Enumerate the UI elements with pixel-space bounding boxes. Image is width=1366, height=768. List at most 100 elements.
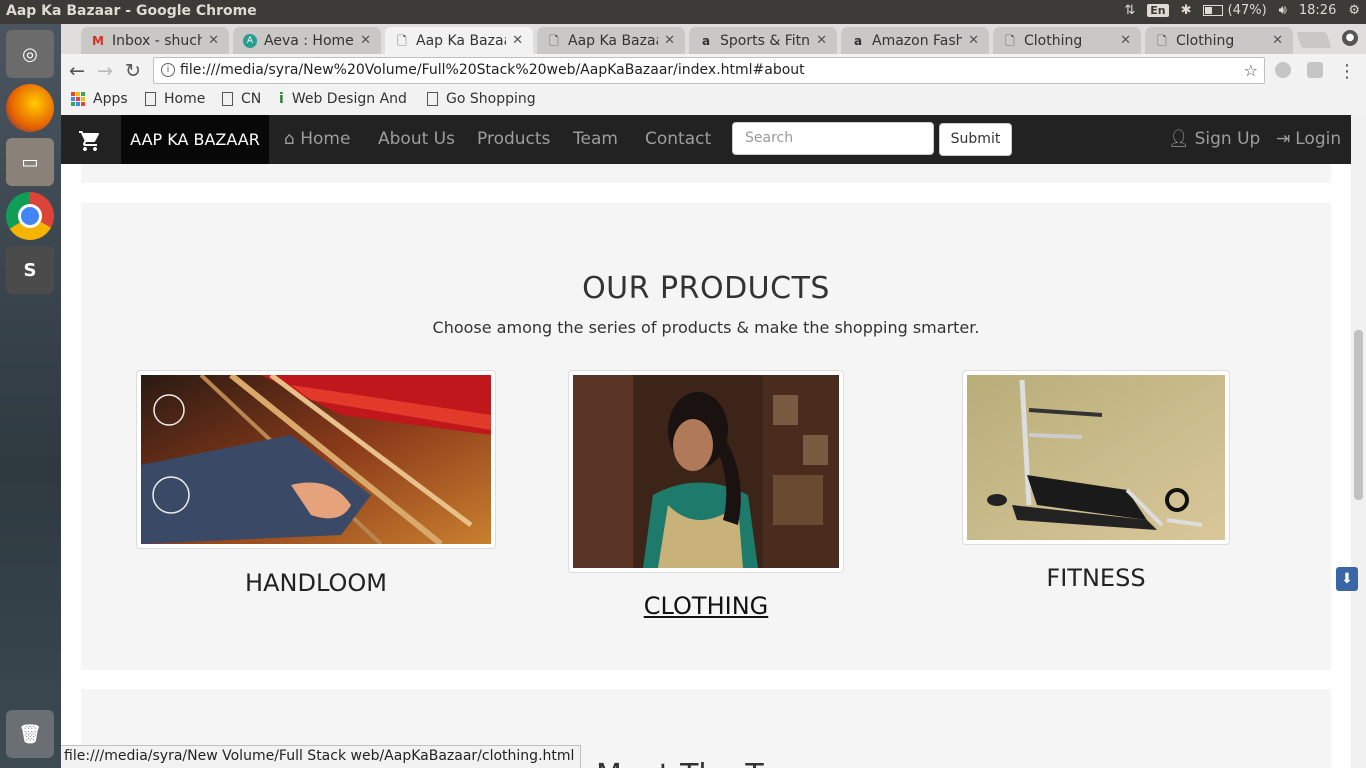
extension-icon-2[interactable] xyxy=(1307,62,1323,78)
tab-close-icon[interactable]: ✕ xyxy=(968,33,979,48)
tab-aap-ka-bazaar[interactable]: 🗋︎ Aap Ka Bazaa ✕ xyxy=(537,27,685,54)
nav-label: Sign Up xyxy=(1194,129,1261,149)
info-icon[interactable]: i xyxy=(161,63,175,77)
ubuntu-dash-icon[interactable]: ◎ xyxy=(6,30,54,78)
apps-grid-icon xyxy=(71,92,85,106)
tab-aeva[interactable]: A Aeva : Home ✕ xyxy=(233,27,381,54)
nav-login[interactable]: ⇥ Login xyxy=(1276,115,1341,164)
system-tray: ⇅ En ✱ (47%) 🔊︎ 18:26 ⚙ xyxy=(1124,3,1360,18)
tab-aap-ka-bazaar-active[interactable]: 🗋︎ Aap Ka Bazaa ✕ xyxy=(385,27,533,54)
chrome-menu-icon[interactable]: ⋮ xyxy=(1338,61,1356,82)
product-label-fitness[interactable]: FITNESS xyxy=(962,564,1230,592)
chrome-icon[interactable] xyxy=(6,192,54,240)
back-arrow-icon[interactable]: ← xyxy=(69,60,85,82)
previous-section xyxy=(81,164,1331,183)
address-bar[interactable]: i file:///media/syra/New%20Volume/Full%2… xyxy=(153,57,1265,84)
volume-icon[interactable]: 🔊︎ xyxy=(1279,3,1287,18)
brand-logo[interactable]: AAP KA BAZAAR xyxy=(121,115,269,164)
tab-amazon-fashion[interactable]: a Amazon Fash ✕ xyxy=(841,27,989,54)
section-subtitle: Choose among the series of products & ma… xyxy=(432,318,980,337)
nav-team[interactable]: Team xyxy=(573,115,618,164)
page-scrollbar[interactable] xyxy=(1351,115,1366,768)
tab-strip: M Inbox - shuch ✕ A Aeva : Home ✕ 🗋︎ Aap… xyxy=(61,24,1366,54)
clock[interactable]: 18:26 xyxy=(1299,3,1336,18)
page-icon: 🗋︎ xyxy=(397,33,407,48)
tab-clothing-2[interactable]: 🗋︎ Clothing ✕ xyxy=(1145,27,1293,54)
nav-label: Home xyxy=(300,129,351,149)
gmail-icon: M xyxy=(92,33,104,48)
tab-title: Aap Ka Bazaa xyxy=(568,32,659,49)
bookmark-label: Apps xyxy=(93,91,128,107)
tab-title: Aap Ka Bazaa xyxy=(416,32,507,49)
page-icon xyxy=(145,92,156,106)
window-title: Aap Ka Bazaar - Google Chrome xyxy=(6,3,257,19)
product-card-clothing[interactable] xyxy=(568,370,844,573)
page-icon: 🗋︎ xyxy=(549,33,559,48)
tab-close-icon[interactable]: ✕ xyxy=(512,33,523,48)
page-icon: 🗋︎ xyxy=(1157,33,1167,48)
page-icon xyxy=(222,92,233,106)
tab-close-icon[interactable]: ✕ xyxy=(1272,33,1283,48)
shopping-cart-icon[interactable] xyxy=(77,129,103,153)
unity-launcher: ◎ ▭ S 🗑︎ xyxy=(0,24,61,768)
forward-arrow-icon[interactable]: → xyxy=(97,60,113,82)
firefox-icon[interactable] xyxy=(6,84,54,132)
tab-close-icon[interactable]: ✕ xyxy=(664,33,675,48)
bookmark-apps[interactable]: Apps xyxy=(71,91,128,107)
handloom-image xyxy=(141,372,491,547)
section-title: OUR PRODUCTS xyxy=(582,271,830,306)
bluetooth-icon[interactable]: ✱ xyxy=(1181,3,1192,18)
product-label-handloom[interactable]: HANDLOOM xyxy=(136,569,496,597)
tab-close-icon[interactable]: ✕ xyxy=(1120,33,1131,48)
tab-title: Clothing xyxy=(1176,32,1235,49)
bookmark-cn[interactable]: CN xyxy=(222,91,261,107)
reload-icon[interactable]: ↻ xyxy=(125,60,141,82)
page-icon: 🗋︎ xyxy=(1005,33,1015,48)
tab-title: Inbox - shuch xyxy=(112,32,203,49)
tab-inbox[interactable]: M Inbox - shuch ✕ xyxy=(81,27,229,54)
keyboard-layout-indicator[interactable]: En xyxy=(1147,4,1169,17)
browser-toolbar: ← → ↻ i file:///media/syra/New%20Volume/… xyxy=(61,54,1366,88)
bookmark-label: Home xyxy=(164,91,206,107)
fitness-image xyxy=(967,375,1225,540)
nav-sign-up[interactable]: 👤︎ Sign Up xyxy=(1168,115,1260,164)
tab-close-icon[interactable]: ✕ xyxy=(360,33,371,48)
product-label-clothing[interactable]: CLOTHING xyxy=(568,592,844,620)
link-status-bubble: file:///media/syra/New Volume/Full Stack… xyxy=(61,745,582,768)
scroll-down-arrow-icon[interactable]: ⬇ xyxy=(1336,567,1358,591)
site-navbar: AAP KA BAZAAR ⌂ Home About Us Products T… xyxy=(61,115,1351,164)
bookmark-web-design[interactable]: i Web Design And xyxy=(279,91,407,107)
nav-contact[interactable]: Contact xyxy=(645,115,711,164)
submit-button[interactable]: Submit xyxy=(939,123,1012,156)
scrollbar-thumb[interactable] xyxy=(1354,330,1363,500)
extension-icon[interactable] xyxy=(1275,62,1291,78)
sublime-text-icon[interactable]: S xyxy=(6,246,54,294)
settings-gear-icon[interactable]: ⚙ xyxy=(1348,3,1360,18)
nav-about[interactable]: About Us xyxy=(378,115,455,164)
search-input[interactable]: Search xyxy=(732,122,934,155)
tab-close-icon[interactable]: ✕ xyxy=(208,33,219,48)
nav-products[interactable]: Products xyxy=(477,115,550,164)
new-tab-button[interactable] xyxy=(1296,32,1332,48)
trash-icon[interactable]: 🗑︎ xyxy=(6,710,54,758)
bookmark-star-icon[interactable]: ☆ xyxy=(1244,61,1258,80)
bookmark-label: Go Shopping xyxy=(446,91,536,107)
battery-indicator[interactable]: (47%) xyxy=(1203,3,1267,18)
tab-sports-fitness[interactable]: a Sports & Fitn ✕ xyxy=(689,27,837,54)
product-card-fitness[interactable] xyxy=(962,370,1230,545)
files-icon[interactable]: ▭ xyxy=(6,138,54,186)
bookmark-label: CN xyxy=(241,91,262,107)
bookmark-go-shopping[interactable]: Go Shopping xyxy=(427,91,536,107)
nav-home[interactable]: ⌂ Home xyxy=(284,115,350,164)
profile-icon[interactable]: ● xyxy=(1342,30,1358,46)
amazon-icon: a xyxy=(853,33,863,48)
tab-close-icon[interactable]: ✕ xyxy=(816,33,827,48)
tab-title: Sports & Fitn xyxy=(720,32,810,49)
network-icon[interactable]: ⇅ xyxy=(1124,3,1135,18)
next-section-title: Meet The T xyxy=(596,758,764,768)
user-plus-icon: 👤︎ xyxy=(1168,129,1190,149)
product-card-handloom[interactable] xyxy=(136,370,496,549)
bookmark-home[interactable]: Home xyxy=(145,91,205,107)
tab-title: Amazon Fash xyxy=(872,32,963,49)
tab-clothing[interactable]: 🗋︎ Clothing ✕ xyxy=(993,27,1141,54)
